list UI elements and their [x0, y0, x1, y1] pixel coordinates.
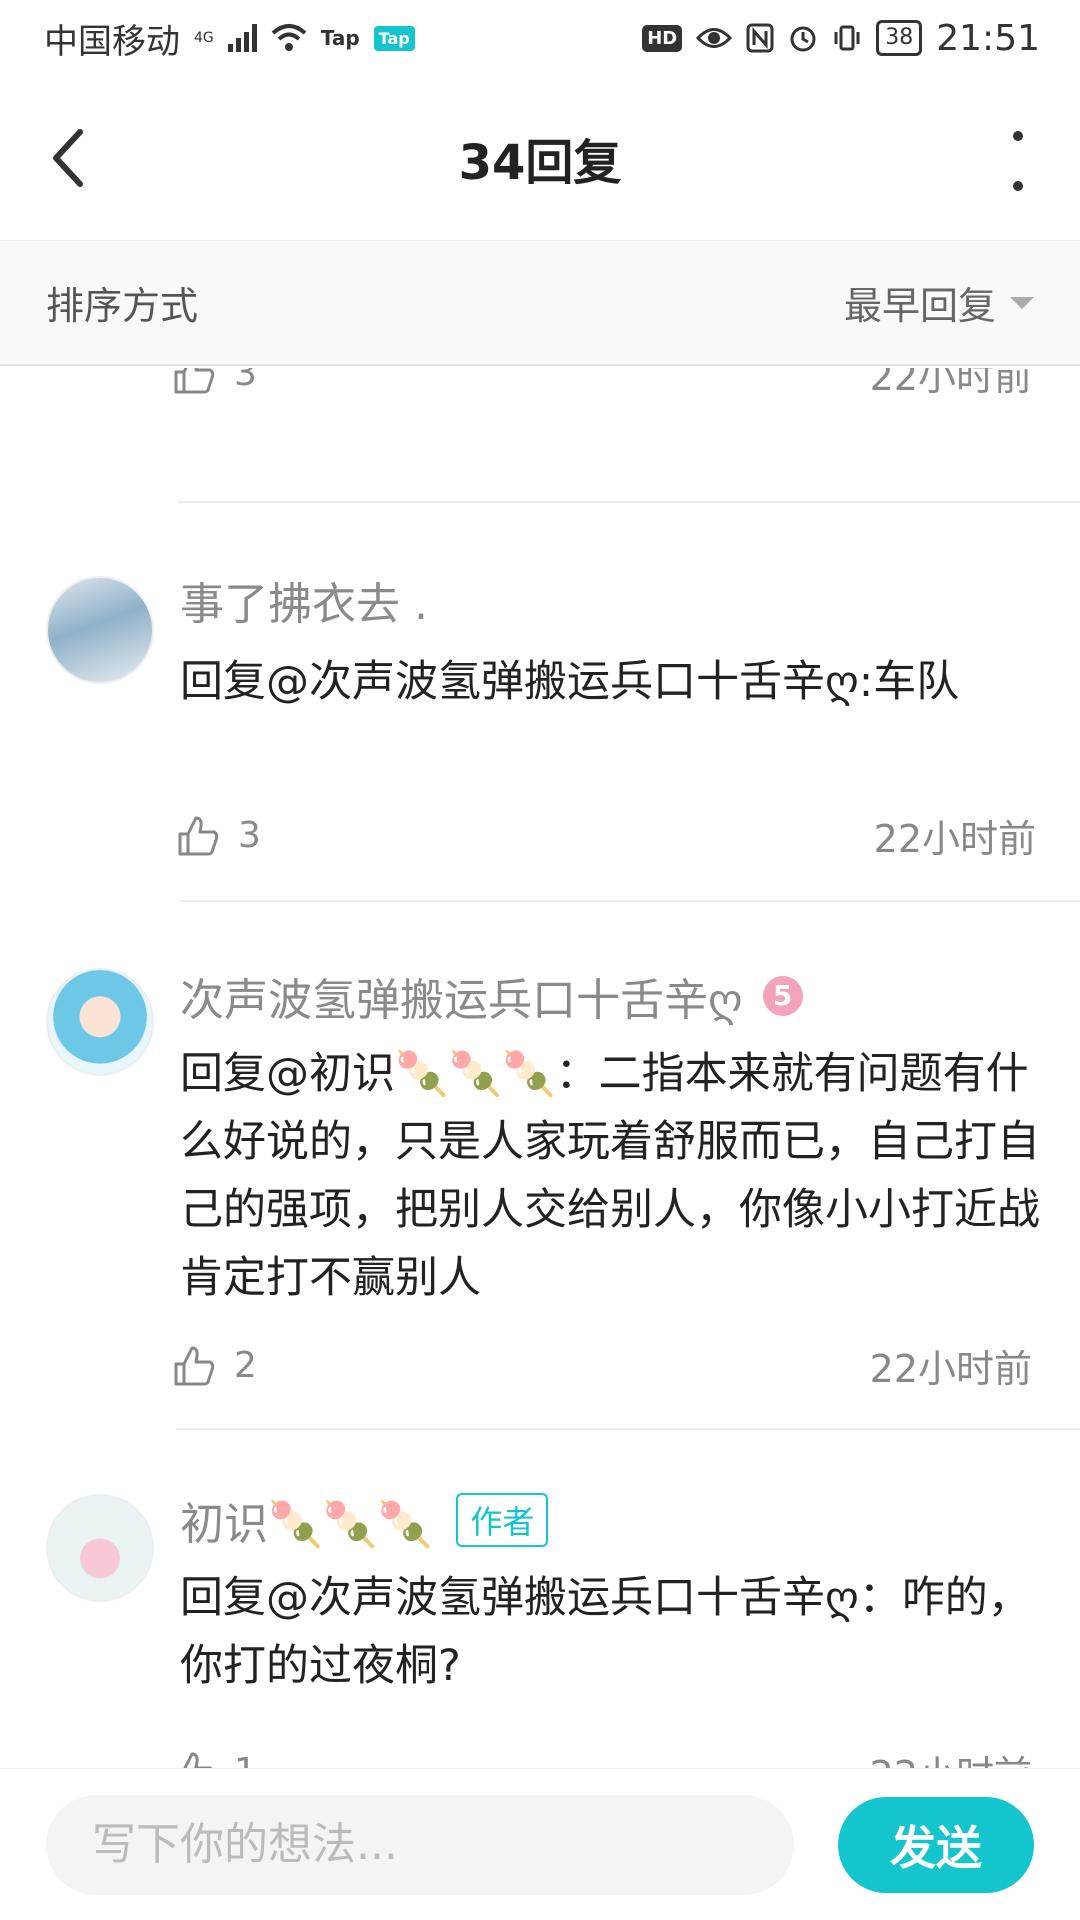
thumbs-up-icon — [176, 1752, 213, 1768]
like-count: 3 — [238, 815, 261, 856]
like-button[interactable]: 2 — [172, 1344, 257, 1388]
like-count: 3 — [234, 368, 257, 394]
reply-meta-partial: 3 22小时前 — [172, 368, 1032, 401]
level-badge: 5 — [762, 976, 803, 1016]
nfc-icon — [746, 23, 774, 53]
reply-list[interactable]: 3 22小时前 事了拂衣去 . 回复@次声波氢弹搬运兵口十舌辛ღ:车队 3 22… — [0, 368, 1080, 1768]
chevron-down-icon — [1010, 296, 1034, 309]
reply-body: 回复@初识🍡🍡🍡：二指本来就有问题有什么好说的，只是人家玩着舒服而已，自己打自己… — [180, 1049, 1040, 1303]
sort-dropdown[interactable]: 最早回复 — [844, 275, 1034, 330]
clock: 21:51 — [936, 17, 1040, 59]
battery-icon: 38 — [876, 20, 923, 56]
thumbs-up-icon — [174, 1346, 215, 1385]
like-button[interactable]: 3 — [172, 368, 257, 396]
timestamp: 22小时前 — [873, 817, 1036, 861]
signal-icon — [227, 24, 257, 52]
sort-label: 排序方式 — [46, 284, 199, 328]
send-button[interactable]: 发送 — [838, 1796, 1034, 1893]
reply-author-label: 次声波氢弹搬运兵口十舌辛ღ — [180, 975, 743, 1026]
divider — [180, 900, 1080, 902]
status-right: HD 38 21:51 — [642, 18, 1040, 59]
like-button[interactable]: 3 — [176, 814, 261, 858]
sort-value-label: 最早回复 — [843, 284, 996, 328]
sort-bar: 排序方式 最早回复 — [0, 241, 1080, 366]
reply-input[interactable] — [46, 1794, 794, 1895]
reply-composer: 发送 — [0, 1768, 1080, 1920]
reply-meta: 2 22小时前 — [172, 1338, 1032, 1393]
carrier-label: 中国移动 — [44, 21, 180, 62]
divider — [176, 1428, 1080, 1430]
reply-body: 回复@次声波氢弹搬运兵口十舌辛ღ：咋的，你打的过夜桐? — [180, 1573, 1031, 1691]
divider — [178, 501, 1080, 503]
more-options-icon[interactable] — [1008, 131, 1028, 191]
timestamp: 22小时前 — [869, 1347, 1032, 1391]
reply-author-name[interactable]: 次声波氢弹搬运兵口十舌辛ღ 5 — [180, 964, 803, 1028]
author-tag: 作者 — [456, 1493, 549, 1547]
taptap-app-icon: Tap — [373, 25, 415, 51]
reply-author-name[interactable]: 事了拂衣去 . — [180, 568, 428, 632]
timestamp: 22小时前 — [869, 368, 1032, 399]
like-button[interactable]: 1 — [172, 1750, 257, 1768]
wifi-icon — [271, 24, 307, 51]
avatar[interactable] — [46, 576, 154, 684]
hd-icon: HD — [642, 24, 683, 52]
timestamp: 22小时前 — [870, 1744, 1032, 1768]
tap-app-icon: Tap — [320, 26, 360, 50]
reply-body: 回复@次声波氢弹搬运兵口十舌辛ღ:车队 — [180, 657, 960, 707]
network-type: 4G — [194, 30, 214, 46]
back-arrow-icon[interactable] — [48, 126, 88, 190]
app-header: 34回复 — [0, 76, 1080, 241]
reply-meta: 1 22小时前 — [172, 1744, 1032, 1768]
status-left: 中国移动 4G Tap Tap — [44, 14, 415, 63]
page-title: 34回复 — [458, 135, 622, 191]
vibrate-icon — [834, 25, 860, 51]
alarm-icon — [790, 26, 816, 52]
avatar[interactable] — [46, 1494, 154, 1602]
thumbs-up-icon — [174, 368, 215, 393]
thumbs-up-icon — [178, 816, 219, 855]
avatar[interactable] — [46, 968, 154, 1076]
reply-meta: 3 22小时前 — [176, 808, 1036, 863]
like-count: 1 — [234, 1751, 257, 1768]
reply-author-name[interactable]: 初识🍡🍡🍡 作者 — [180, 1488, 549, 1552]
reply-author-label: 初识🍡🍡🍡 — [180, 1499, 433, 1550]
eye-icon — [696, 28, 733, 48]
like-count: 2 — [234, 1345, 257, 1386]
status-bar: 中国移动 4G Tap Tap HD 38 21:51 — [0, 0, 1080, 76]
